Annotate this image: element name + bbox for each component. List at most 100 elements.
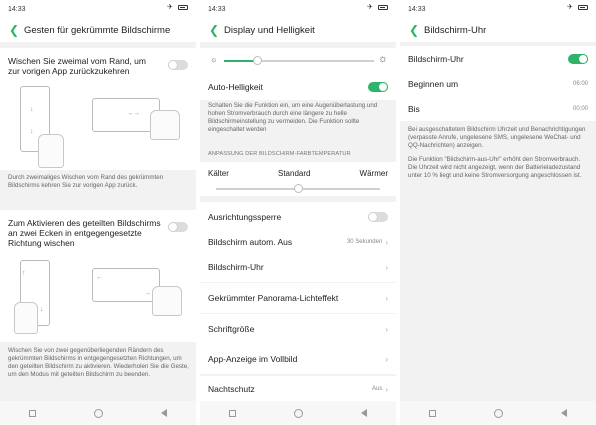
gesture1-section: Wischen Sie zweimal vom Rand, um zur vor… (0, 48, 196, 170)
auto-brightness-description: Schalten Sie die Funktion ein, um eine A… (208, 102, 378, 133)
chevron-right-icon: › (385, 237, 388, 247)
title-bar: ❮ Gesten für gekrümmte Bildschirme (0, 18, 196, 42)
status-time: 14:33 (408, 6, 426, 13)
screen-clock-toggle-row[interactable]: Bildschirm-Uhr (400, 46, 596, 71)
home-icon[interactable] (494, 408, 503, 418)
auto-brightness-label: Auto-Helligkeit (208, 82, 263, 92)
hand-illustration (38, 134, 64, 168)
screen-clock-toggle[interactable] (568, 53, 588, 64)
gestures-panel: 14:33 ✈ ❮ Gesten für gekrümmte Bildschir… (0, 0, 196, 425)
night-shield-row[interactable]: Nachtschutz Aus › (200, 376, 396, 402)
color-temp-cold-label: Kälter (208, 169, 229, 178)
gesture1-toggle[interactable] (168, 60, 188, 70)
battery-icon (578, 5, 588, 10)
screen-clock-label: Bildschirm-Uhr (208, 262, 264, 272)
screen-timeout-label: Bildschirm autom. Aus (208, 237, 293, 247)
color-temp-slider-thumb[interactable] (293, 184, 303, 193)
screen-clock-power-note: Die Funktion "Bildschirm-aus-Uhr" erhöht… (408, 156, 582, 179)
chevron-right-icon: › (385, 384, 388, 394)
end-time-label: Bis (408, 103, 420, 114)
chevron-right-icon: › (385, 324, 388, 334)
signal-icon: ✈ (367, 4, 373, 11)
brightness-slider-thumb[interactable] (252, 56, 262, 65)
status-bar: 14:33 ✈ (0, 0, 196, 18)
page-title: Bildschirm-Uhr (424, 24, 487, 36)
status-time: 14:33 (8, 6, 26, 13)
auto-brightness-row[interactable]: Auto-Helligkeit (200, 74, 396, 100)
font-size-label: Schriftgröße (208, 324, 255, 334)
navigation-bar (400, 401, 596, 425)
back-arrow-icon[interactable]: ❮ (4, 23, 24, 37)
gesture2-section: Zum Aktivieren des geteilten Bildschirms… (0, 210, 196, 342)
gesture2-description: Wischen Sie von zwei gegenüberliegenden … (8, 347, 189, 378)
gesture2-label: Zum Aktivieren des geteilten Bildschirms… (8, 218, 161, 248)
brightness-low-icon: ☼ (210, 55, 218, 64)
swipe-arrow-icon: →→ (126, 110, 140, 117)
title-bar: ❮ Bildschirm-Uhr (400, 18, 596, 42)
recent-apps-icon[interactable] (229, 409, 236, 417)
gesture2-toggle[interactable] (168, 222, 188, 232)
swipe-arrow-icon: ↓ (40, 306, 44, 313)
signal-icon: ✈ (567, 4, 573, 11)
screen-clock-row[interactable]: Bildschirm-Uhr › (200, 252, 396, 282)
brightness-high-icon: ☼ (377, 53, 388, 65)
gesture1-description: Durch zweimaliges Wischen vom Rand des g… (8, 174, 164, 189)
color-temp-section: Kälter Standard Wärmer (200, 162, 396, 196)
page-title: Display und Helligkeit (224, 24, 315, 36)
fullscreen-apps-row[interactable]: App-Anzeige im Vollbild › (200, 344, 396, 374)
swipe-arrow-icon: ↓ (30, 128, 34, 135)
home-icon[interactable] (294, 408, 303, 418)
chevron-right-icon: › (385, 262, 388, 272)
screen-timeout-value: 30 Sekunden (346, 239, 383, 245)
end-time-row[interactable]: Bis 00:00 (400, 96, 596, 121)
status-time: 14:33 (208, 6, 226, 13)
navigation-bar (200, 401, 396, 425)
signal-icon: ✈ (167, 4, 173, 11)
panorama-light-label: Gekrümmter Panorama-Lichteffekt (208, 293, 339, 303)
screen-clock-label: Bildschirm-Uhr (408, 53, 464, 64)
display-panel: 14:33 ✈ ❮ Display und Helligkeit ☼ ☼ Aut… (200, 0, 396, 425)
swipe-arrow-icon: ↑ (22, 270, 26, 277)
font-size-row[interactable]: Schriftgröße › (200, 314, 396, 344)
swipe-arrow-icon: ← (96, 274, 103, 281)
night-shield-label: Nachtschutz (208, 384, 255, 394)
battery-icon (378, 5, 388, 10)
back-nav-icon[interactable] (361, 409, 367, 417)
swipe-arrow-icon: → (144, 290, 151, 297)
start-time-label: Beginnen um (408, 78, 459, 89)
orientation-lock-label: Ausrichtungssperre (208, 212, 282, 222)
brightness-section: ☼ ☼ (200, 48, 396, 74)
title-bar: ❮ Display und Helligkeit (200, 18, 396, 42)
hand-illustration (14, 302, 38, 334)
fullscreen-apps-label: App-Anzeige im Vollbild (208, 354, 298, 364)
end-time-value: 00:00 (572, 105, 588, 112)
back-nav-icon[interactable] (161, 409, 167, 417)
screen-clock-panel: 14:33 ✈ ❮ Bildschirm-Uhr Bildschirm-Uhr … (400, 0, 596, 425)
battery-icon (178, 5, 188, 10)
back-arrow-icon[interactable]: ❮ (404, 23, 424, 37)
back-nav-icon[interactable] (561, 409, 567, 417)
color-temp-heading: ANPASSUNG DER BILDSCHIRM-FARBTEMPERATUR (208, 151, 351, 157)
night-shield-value: Aus (371, 386, 383, 392)
chevron-right-icon: › (385, 293, 388, 303)
screen-clock-description: Bei ausgeschaltetem Bildschirm Uhrzeit u… (408, 126, 586, 149)
back-arrow-icon[interactable]: ❮ (204, 23, 224, 37)
recent-apps-icon[interactable] (429, 409, 436, 417)
auto-brightness-toggle[interactable] (368, 82, 388, 92)
recent-apps-icon[interactable] (29, 409, 36, 417)
panorama-light-row[interactable]: Gekrümmter Panorama-Lichteffekt › (200, 283, 396, 313)
gesture1-label: Wischen Sie zweimal vom Rand, um zur vor… (8, 56, 146, 76)
status-bar: 14:33 ✈ (200, 0, 396, 18)
swipe-arrow-icon: ↓ (30, 106, 34, 113)
color-temp-standard-label: Standard (278, 169, 311, 178)
start-time-row[interactable]: Beginnen um 06:00 (400, 71, 596, 96)
page-title: Gesten für gekrümmte Bildschirme (24, 24, 171, 36)
status-bar: 14:33 ✈ (400, 0, 596, 18)
home-icon[interactable] (94, 408, 103, 418)
hand-illustration (150, 110, 180, 140)
start-time-value: 06:00 (572, 80, 588, 87)
chevron-right-icon: › (385, 354, 388, 364)
color-temp-warm-label: Wärmer (359, 169, 388, 178)
orientation-lock-toggle[interactable] (368, 212, 388, 222)
navigation-bar (0, 401, 196, 425)
